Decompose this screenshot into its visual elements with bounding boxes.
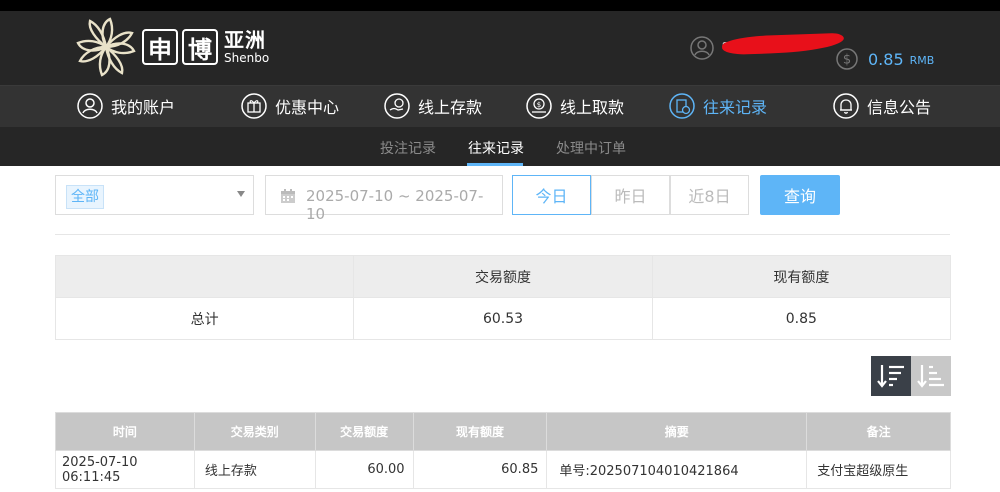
sort-descending-icon — [877, 365, 904, 388]
summary-total-balance: 0.85 — [651, 297, 952, 340]
col-amount[interactable]: 交易额度 — [314, 412, 414, 451]
cell-remark: 支付宝超级原生 — [806, 450, 951, 489]
nav-item-records[interactable]: 往来记录 — [669, 93, 767, 119]
user-icon — [77, 93, 103, 119]
sort-ascending-icon — [917, 365, 944, 388]
summary-header-cell — [54, 255, 355, 298]
divider — [55, 234, 950, 235]
records-icon — [669, 93, 695, 119]
query-button[interactable]: 查询 — [760, 175, 840, 215]
records-table: 时间 交易类别 交易额度 现有额度 摘要 备注 2025-07-10 06:11… — [55, 412, 951, 489]
col-summary[interactable]: 摘要 — [546, 412, 808, 451]
nav-item-promotions[interactable]: 优惠中心 — [241, 93, 339, 119]
cell-time: 2025-07-10 06:11:45 — [55, 450, 195, 489]
table-row[interactable]: 2025-07-10 06:11:45 线上存款 60.00 60.85 单号:… — [55, 450, 951, 489]
calendar-icon — [281, 189, 295, 203]
col-remark[interactable]: 备注 — [806, 412, 951, 451]
quick-today-button[interactable]: 今日 — [512, 175, 591, 215]
summary-table: 交易额度 现有额度 总计 60.53 0.85 — [54, 255, 952, 340]
nav-label: 信息公告 — [867, 98, 932, 117]
lotus-logo-icon — [76, 17, 136, 77]
balance-value: 0.85 — [868, 49, 904, 69]
deposit-icon — [384, 93, 410, 119]
logo-char-1: 申 — [142, 29, 178, 65]
logo-cn: 亚洲 — [224, 28, 266, 52]
date-range-value: 2025-07-10 ~ 2025-07-10 — [306, 187, 484, 223]
summary-total-transaction: 60.53 — [353, 297, 653, 340]
logo-char-2: 博 — [182, 29, 218, 65]
type-selected-tag: 全部 — [66, 185, 104, 209]
nav-label: 往来记录 — [703, 98, 768, 117]
date-range-input[interactable]: 2025-07-10 ~ 2025-07-10 — [265, 175, 503, 223]
col-time[interactable]: 时间 — [55, 412, 195, 451]
top-strip — [0, 0, 1000, 11]
nav-label: 优惠中心 — [275, 98, 340, 117]
col-type[interactable]: 交易类别 — [193, 412, 316, 451]
chevron-down-icon — [237, 191, 245, 197]
logo-en: Shenbo — [224, 51, 270, 65]
nav-label: 我的账户 — [111, 98, 176, 117]
withdraw-icon: $ — [526, 93, 552, 119]
summary-header-cell: 现有额度 — [651, 255, 952, 298]
subnav-pending-orders[interactable]: 处理中订单 — [556, 138, 626, 158]
bell-icon — [833, 93, 859, 119]
sort-toggle-group — [871, 356, 951, 396]
sort-desc-button[interactable] — [871, 356, 911, 396]
nav-item-announcements[interactable]: 信息公告 — [833, 93, 931, 119]
quick-yesterday-button[interactable]: 昨日 — [591, 175, 670, 215]
subnav-active-underline — [467, 163, 523, 166]
user-area[interactable]: s — [690, 32, 845, 60]
svg-text:$: $ — [843, 53, 851, 68]
cell-amount: 60.00 — [314, 450, 414, 489]
gift-icon — [241, 93, 267, 119]
svg-text:$: $ — [537, 101, 541, 109]
brand-logo[interactable]: 申 博 亚洲 Shenbo — [76, 17, 269, 77]
summary-header-cell: 交易额度 — [353, 255, 653, 298]
summary-total-row: 总计 60.53 0.85 — [54, 297, 952, 340]
filter-bar: 全部 2025-07-10 ~ 2025-07-10 今日 昨日 近8日 查询 — [55, 175, 950, 223]
nav-label: 线上取款 — [560, 98, 625, 117]
summary-header-row: 交易额度 现有额度 — [54, 255, 952, 298]
sort-asc-button[interactable] — [911, 356, 951, 396]
type-select[interactable]: 全部 — [55, 175, 254, 215]
nav-item-withdraw[interactable]: $ 线上取款 — [526, 93, 624, 119]
user-avatar-icon — [690, 36, 714, 60]
summary-total-label: 总计 — [54, 297, 355, 340]
nav-item-deposit[interactable]: 线上存款 — [384, 93, 482, 119]
records-header-row: 时间 交易类别 交易额度 现有额度 摘要 备注 — [55, 412, 951, 451]
site-header: 申 博 亚洲 Shenbo s $ 0.85 RMB — [0, 11, 1000, 85]
username: s — [721, 32, 845, 56]
subnav-transaction-records[interactable]: 往来记录 — [468, 138, 524, 158]
logo-text: 亚洲 Shenbo — [224, 30, 269, 64]
subnav-bet-records[interactable]: 投注记录 — [380, 138, 436, 158]
balance-currency: RMB — [909, 54, 935, 67]
nav-label: 线上存款 — [418, 98, 483, 117]
nav-item-my-account[interactable]: 我的账户 — [77, 93, 175, 119]
balance-display: $ 0.85 RMB — [836, 48, 934, 70]
cell-type: 线上存款 — [193, 450, 316, 489]
main-nav: 我的账户 优惠中心 线上存款 $ 线上取款 往来记录 信息公告 — [0, 85, 1000, 127]
sub-nav: 投注记录 往来记录 处理中订单 — [0, 127, 1000, 166]
col-balance[interactable]: 现有额度 — [412, 412, 548, 451]
cell-balance: 60.85 — [412, 450, 548, 489]
dollar-coin-icon: $ — [836, 48, 858, 70]
quick-last8days-button[interactable]: 近8日 — [670, 175, 749, 215]
username-redaction — [721, 32, 845, 56]
cell-summary: 单号:202507104010421864 — [546, 450, 808, 489]
